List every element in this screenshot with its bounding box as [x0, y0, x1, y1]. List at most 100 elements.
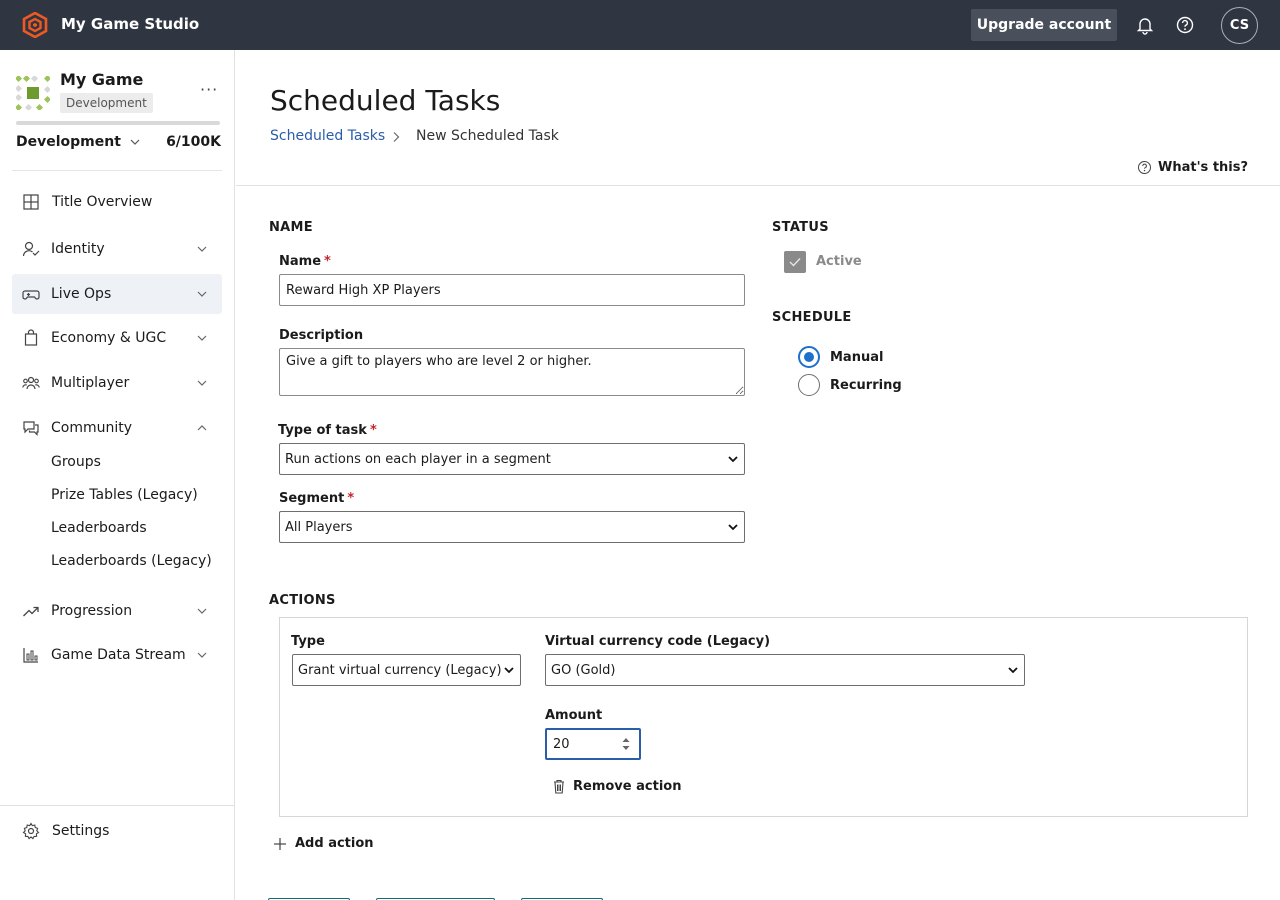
sidebar-item-label: Title Overview: [52, 194, 153, 210]
chevron-up-icon: [197, 425, 207, 431]
add-action-label: Add action: [295, 836, 374, 851]
people-icon: [22, 376, 40, 390]
sidebar-item-label: Identity: [51, 241, 105, 257]
whats-this-link[interactable]: What's this?: [1137, 160, 1248, 175]
sidebar-item-label: Multiplayer: [51, 375, 130, 391]
chevron-down-icon: [728, 456, 738, 463]
page-title: Scheduled Tasks: [270, 84, 501, 117]
bell-icon[interactable]: [1134, 14, 1156, 36]
task-type-value: Run actions on each player in a segment: [285, 451, 551, 467]
name-input[interactable]: [279, 274, 745, 306]
breadcrumb-current: New Scheduled Task: [416, 128, 559, 144]
sidebar-item-game-data-stream[interactable]: Game Data Stream: [12, 635, 222, 675]
spinner-arrows-icon[interactable]: [621, 735, 631, 753]
amount-input[interactable]: 20: [545, 728, 641, 760]
top-bar: My Game Studio Upgrade account CS: [0, 0, 1280, 50]
trend-icon: [23, 606, 39, 617]
help-icon[interactable]: [1174, 14, 1196, 36]
more-options-icon[interactable]: ···: [200, 80, 218, 99]
chevron-down-icon: [728, 524, 738, 531]
gamepad-icon: [22, 290, 40, 300]
chat-icon: [23, 421, 39, 436]
identity-icon: [22, 241, 40, 257]
sidebar-item-community[interactable]: Community: [12, 408, 222, 448]
checkmark-icon: [789, 258, 801, 267]
active-label: Active: [816, 254, 862, 269]
chevron-down-icon: [130, 139, 140, 145]
action-type-value: Grant virtual currency (Legacy): [298, 662, 502, 678]
amount-value: 20: [553, 736, 570, 752]
sidebar-item-economy[interactable]: Economy & UGC: [12, 318, 222, 358]
sidebar-item-progression[interactable]: Progression: [12, 591, 222, 631]
chevron-down-icon: [197, 246, 207, 252]
currency-code-value: GO (Gold): [551, 662, 616, 678]
sidebar-item-label: Live Ops: [51, 286, 112, 302]
chevron-right-icon: [393, 132, 400, 142]
add-action-button[interactable]: Add action: [273, 836, 374, 851]
task-type-select[interactable]: Run actions on each player in a segment: [279, 443, 745, 475]
recurring-label: Recurring: [830, 378, 902, 393]
studio-logo-icon[interactable]: [22, 12, 48, 38]
game-name[interactable]: My Game: [60, 70, 143, 89]
manual-label: Manual: [830, 350, 884, 365]
environment-select-label: Development: [16, 134, 121, 150]
breadcrumb-link[interactable]: Scheduled Tasks: [270, 128, 385, 144]
manual-radio[interactable]: [798, 346, 820, 368]
header-divider: [236, 185, 1280, 186]
upgrade-account-button[interactable]: Upgrade account: [971, 9, 1117, 41]
remove-action-button[interactable]: Remove action: [553, 779, 681, 794]
status-section-heading: STATUS: [772, 220, 829, 235]
sidebar-bottom-divider: [0, 805, 235, 806]
gear-icon: [22, 822, 40, 840]
actions-section-heading: ACTIONS: [269, 593, 336, 608]
sidebar-item-multiplayer[interactable]: Multiplayer: [12, 363, 222, 403]
game-icon: [16, 76, 50, 110]
chevron-down-icon: [197, 608, 207, 614]
trash-icon: [554, 779, 564, 794]
recurring-radio[interactable]: [798, 374, 820, 396]
segment-label: Segment *: [279, 491, 355, 506]
chevron-down-icon: [197, 652, 207, 658]
chevron-down-icon: [504, 667, 514, 674]
action-type-select[interactable]: Grant virtual currency (Legacy): [292, 654, 521, 686]
sidebar-item-label: Settings: [52, 823, 110, 839]
sidebar-subitem-prize-tables[interactable]: Prize Tables (Legacy): [51, 487, 198, 503]
sidebar-item-label: Economy & UGC: [51, 330, 167, 346]
currency-code-label: Virtual currency code (Legacy): [545, 634, 771, 649]
help-circle-icon: [1138, 161, 1151, 174]
sidebar-subitem-groups[interactable]: Groups: [51, 454, 101, 470]
remove-action-label: Remove action: [573, 779, 682, 794]
description-label: Description: [279, 328, 364, 343]
name-section-heading: NAME: [269, 220, 313, 235]
sidebar-item-title-overview[interactable]: Title Overview: [12, 182, 222, 222]
user-avatar[interactable]: CS: [1221, 7, 1258, 44]
segment-value: All Players: [285, 519, 353, 535]
usage-count: 6/100K: [166, 134, 221, 150]
amount-label: Amount: [545, 708, 603, 723]
studio-name[interactable]: My Game Studio: [61, 15, 199, 33]
plus-icon: [274, 837, 286, 850]
whats-this-label: What's this?: [1158, 160, 1249, 175]
sidebar: My Game Development ··· Development 6/10…: [0, 50, 235, 900]
task-type-label: Type of task *: [278, 423, 377, 438]
active-checkbox[interactable]: [784, 251, 806, 273]
description-textarea[interactable]: Give a gift to players who are level 2 o…: [279, 348, 745, 396]
action-type-label: Type: [291, 634, 325, 649]
shopping-bag-icon: [24, 329, 38, 346]
chevron-down-icon: [1008, 667, 1018, 674]
environment-select[interactable]: Development: [16, 134, 141, 150]
sidebar-item-live-ops[interactable]: Live Ops: [12, 274, 222, 314]
sidebar-subitem-leaderboards[interactable]: Leaderboards: [51, 520, 147, 536]
sidebar-subitem-leaderboards-legacy[interactable]: Leaderboards (Legacy): [51, 553, 212, 569]
chevron-down-icon: [197, 380, 207, 386]
sidebar-item-label: Community: [51, 420, 133, 436]
chevron-down-icon: [197, 291, 207, 297]
currency-code-select[interactable]: GO (Gold): [545, 654, 1025, 686]
sidebar-divider: [12, 170, 222, 171]
segment-select[interactable]: All Players: [279, 511, 745, 543]
environment-badge: Development: [60, 93, 153, 113]
sidebar-item-settings[interactable]: Settings: [12, 811, 222, 851]
sidebar-item-identity[interactable]: Identity: [12, 229, 222, 269]
name-label: Name *: [279, 254, 331, 269]
usage-progress-bar: [16, 121, 220, 125]
